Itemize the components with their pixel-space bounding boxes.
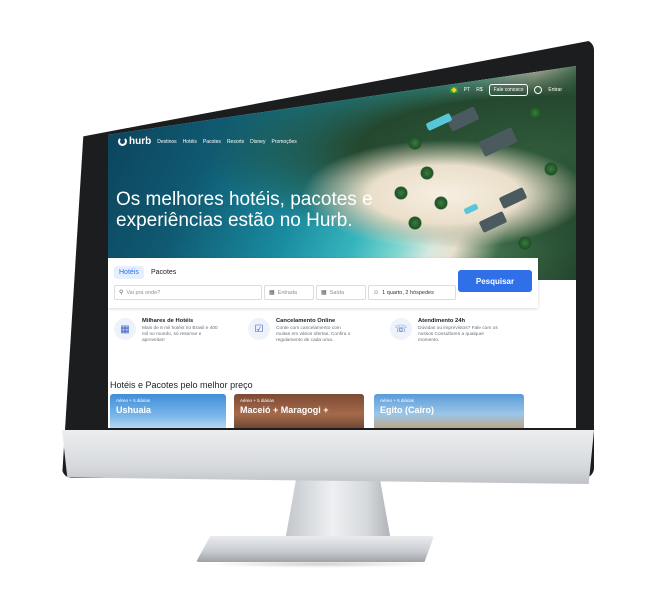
pool-image — [425, 112, 453, 132]
feature-title: Atendimento 24h — [418, 318, 466, 324]
feature-title: Milhares de Hotéis — [142, 318, 194, 324]
hero-title: Os melhores hotéis, pacotes e experiênci… — [116, 188, 373, 231]
villa-image — [498, 187, 528, 209]
brand-name: hurb — [129, 136, 152, 147]
feature-title: Cancelamento Online — [276, 318, 336, 324]
login-link[interactable]: Entrar — [548, 87, 562, 93]
palm-image — [544, 162, 558, 176]
deal-card-title: Ushuaia — [116, 405, 152, 415]
palm-image — [408, 136, 422, 150]
language-selector[interactable]: PT — [464, 87, 470, 93]
nav-item-hoteis[interactable]: Hotéis — [183, 139, 197, 145]
nav-item-pacotes[interactable]: Pacotes — [203, 139, 221, 145]
building-icon: ▦ — [114, 318, 136, 340]
tab-hotels[interactable]: Hotéis — [114, 266, 144, 279]
deal-card[interactable]: Aéreo + 5 diárias Maceió + Maragogi + — [234, 394, 364, 428]
destination-input[interactable]: ⚲ Vai pra onde? — [114, 285, 262, 300]
tab-packages[interactable]: Pacotes — [146, 266, 181, 279]
calendar-icon: ▦ — [269, 290, 275, 296]
deals-section-title: Hotéis e Pacotes pelo melhor preço — [110, 380, 253, 390]
palm-image — [408, 216, 422, 230]
villa-image — [478, 127, 518, 157]
feature-text: Conte com cancelamento com muitas em vár… — [276, 326, 351, 343]
headset-icon: ☏ — [390, 318, 412, 340]
deal-card-title: Maceió + Maragogi + — [240, 405, 329, 415]
feature-cancellation: ☑ Cancelamento Online Conte com cancelam… — [248, 318, 356, 344]
person-icon: ☺ — [373, 289, 380, 296]
destination-placeholder: Vai pra onde? — [126, 289, 161, 296]
checkout-placeholder: Saída — [329, 289, 345, 296]
brazil-flag-icon[interactable] — [449, 87, 458, 93]
palm-image — [528, 106, 542, 120]
currency-selector[interactable]: R$ — [476, 87, 482, 93]
hurb-logo-icon — [118, 137, 127, 146]
guests-value: 1 quarto, 2 hóspedes — [382, 289, 434, 296]
pool-image — [463, 203, 479, 215]
deal-card-subtitle: Aéreo + 5 diárias — [240, 398, 275, 403]
top-utilities: PT R$ Fale conosco Entrar — [449, 84, 562, 96]
deal-card[interactable]: Aéreo + 5 diárias Ushuaia — [110, 394, 226, 428]
hurb-logo[interactable]: hurb — [118, 136, 151, 147]
calendar-icon: ☑ — [248, 318, 270, 340]
checkout-field[interactable]: ▦ Saída — [316, 285, 366, 300]
search-button[interactable]: Pesquisar — [458, 270, 532, 292]
deal-card-subtitle: Aéreo + 5 diárias — [380, 398, 415, 403]
feature-text: Dúvidas ou imprevistos? Fale com os noss… — [418, 326, 498, 343]
nav-item-resorts[interactable]: Resorts — [227, 139, 244, 145]
palm-image — [434, 196, 448, 210]
nav-item-promocoes[interactable]: Promoções — [271, 139, 296, 145]
checkin-placeholder: Entrada — [277, 289, 297, 296]
palm-image — [518, 236, 532, 250]
palm-image — [420, 166, 434, 180]
palm-image — [394, 186, 408, 200]
monitor-stand-base — [196, 536, 434, 562]
feature-hotels: ▦ Milhares de Hotéis Mais de 8 mil hotéi… — [114, 318, 222, 344]
feature-support: ☏ Atendimento 24h Dúvidas ou imprevistos… — [390, 318, 498, 344]
user-icon[interactable] — [534, 86, 543, 94]
villa-image — [478, 211, 508, 233]
search-card: Hotéis Pacotes ⚲ Vai pra onde? ▦ Entrada… — [108, 258, 538, 308]
nav-item-destinos[interactable]: Destinos — [157, 139, 176, 145]
calendar-icon: ▦ — [321, 290, 327, 296]
feature-text: Mais de 8 mil hotéis no Brasil e 400 mil… — [142, 326, 218, 343]
checkin-field[interactable]: ▦ Entrada — [264, 285, 314, 300]
deal-card[interactable]: Aéreo + 5 diárias Egito (Cairo) — [374, 394, 524, 428]
monitor-chin — [62, 430, 594, 484]
deal-card-subtitle: Aéreo + 5 diárias — [116, 398, 151, 403]
search-icon: ⚲ — [119, 290, 124, 296]
deal-card-title: Egito (Cairo) — [380, 405, 434, 415]
contact-button[interactable]: Fale conosco — [488, 84, 529, 96]
guests-selector[interactable]: ☺ 1 quarto, 2 hóspedes — [368, 285, 456, 300]
main-nav: hurb Destinos Hotéis Pacotes Resorts Dis… — [118, 136, 297, 147]
nav-item-disney[interactable]: Disney — [250, 139, 265, 145]
